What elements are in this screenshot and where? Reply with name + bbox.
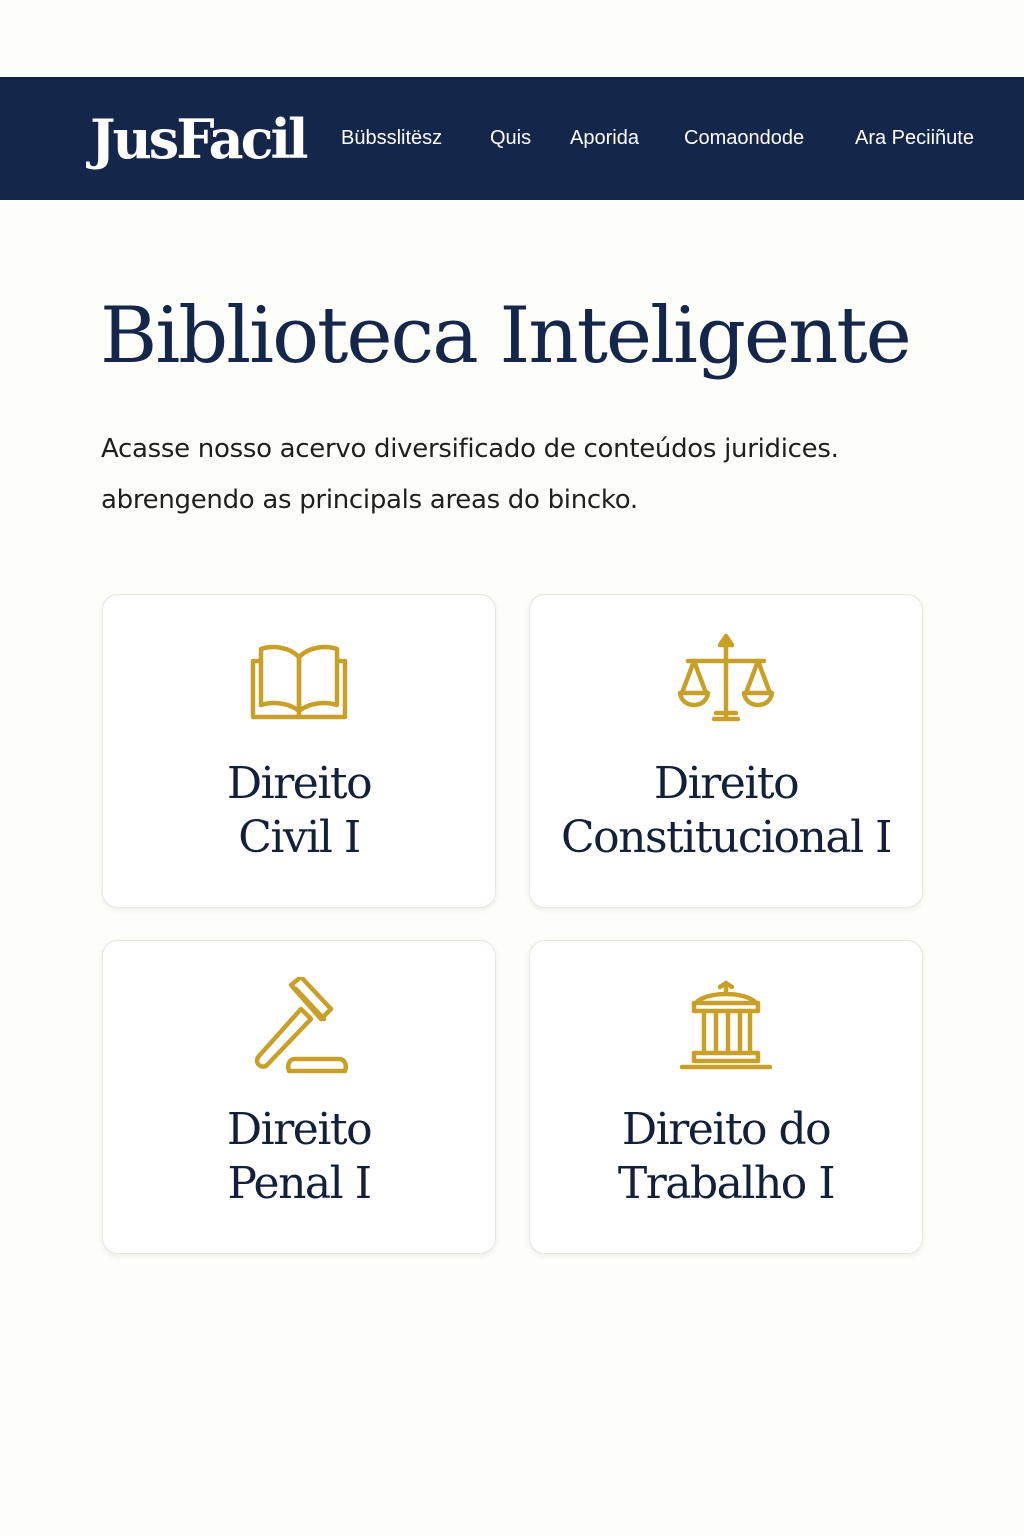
card-title-line-2: Trabalho I (617, 1158, 836, 1209)
card-direito-civil[interactable]: Direito Civil I (102, 594, 496, 908)
card-title-line-2: Penal I (227, 1158, 372, 1209)
card-title-line-2: Civil I (238, 812, 361, 863)
nav-item-3[interactable]: Aporida (570, 125, 639, 151)
card-title-line-1: Direito do (621, 1104, 832, 1155)
intro-line-1: Acasse nosso acervo diversificado de con… (101, 434, 839, 464)
nav-item-2[interactable]: Quis (490, 125, 531, 151)
card-title: Direito Penal I (103, 1103, 495, 1211)
page-title: Biblioteca Inteligente (100, 291, 912, 381)
scales-icon (676, 631, 776, 731)
card-title-line-1: Direito (226, 758, 373, 809)
card-title: Direito Civil I (103, 757, 495, 865)
gavel-icon (249, 977, 349, 1077)
card-title-line-2: Constitucional I (560, 812, 893, 863)
nav-item-4[interactable]: Comaondode (684, 125, 804, 151)
logo[interactable]: JusFacil (90, 107, 308, 171)
nav-item-1[interactable]: Bübsslitësz (341, 125, 442, 151)
open-book-icon (249, 631, 349, 731)
card-direito-constitucional[interactable]: Direito Constitucional I (529, 594, 923, 908)
top-navbar: JusFacil Bübsslitësz Quis Aporida Comaon… (0, 77, 1024, 200)
card-direito-trabalho[interactable]: Direito do Trabalho I (529, 940, 923, 1254)
card-direito-penal[interactable]: Direito Penal I (102, 940, 496, 1254)
courthouse-icon (676, 977, 776, 1077)
card-title-line-1: Direito (226, 1104, 373, 1155)
intro-text: Acasse nosso acervo diversificado de con… (101, 424, 961, 526)
nav-item-5[interactable]: Ara Peciiñute (855, 125, 974, 151)
intro-line-2: abrengendo as principals areas do bincko… (101, 485, 638, 515)
card-title: Direito Constitucional I (530, 757, 922, 865)
card-title-line-1: Direito (653, 758, 800, 809)
card-title: Direito do Trabalho I (530, 1103, 922, 1211)
